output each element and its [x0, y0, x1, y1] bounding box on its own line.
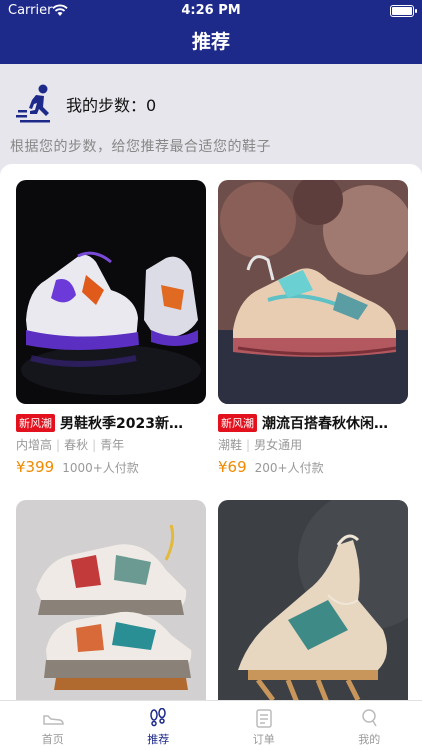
product-image[interactable] [16, 500, 206, 704]
product-image[interactable] [218, 500, 408, 704]
product-title[interactable]: 潮流百搭春秋休闲… [262, 413, 388, 433]
product-tag: 潮鞋 [218, 438, 243, 452]
product-card[interactable] [218, 500, 408, 704]
product-tag: 春秋 [64, 438, 89, 452]
product-tag: 青年 [100, 438, 125, 452]
price-row: ¥399 1000+人付款 [16, 458, 206, 476]
product-card[interactable]: 新风潮 潮流百搭春秋休闲… 潮鞋 | 男女通用 ¥69 200+人付款 [218, 180, 408, 476]
product-card[interactable]: 新风潮 男鞋秋季2023新… 内增高 | 春秋 | 青年 ¥399 1000+人付款 [16, 180, 206, 476]
tag-separator: | [56, 438, 61, 452]
nav-bar: 推荐 [0, 22, 422, 64]
running-man-icon [16, 84, 50, 123]
clipboard-icon [256, 709, 272, 728]
product-price: ¥399 [16, 458, 55, 476]
tag-separator: | [92, 438, 97, 452]
tab-label: 订单 [252, 733, 275, 746]
product-title-row: 新风潮 潮流百搭春秋休闲… [218, 413, 408, 433]
tab-profile[interactable]: 我的 [317, 701, 422, 750]
product-title[interactable]: 男鞋秋季2023新… [60, 413, 183, 433]
product-image[interactable] [218, 180, 408, 404]
tab-label: 我的 [358, 733, 381, 746]
product-card[interactable] [16, 500, 206, 704]
price-row: ¥69 200+人付款 [218, 458, 408, 476]
product-tag: 内增高 [16, 438, 53, 452]
product-grid[interactable]: 新风潮 男鞋秋季2023新… 内增高 | 春秋 | 青年 ¥399 1000+人付款 [0, 164, 422, 704]
step-counter: 我的步数：0 [16, 82, 156, 126]
tab-label: 首页 [41, 733, 64, 746]
recommend-subtitle: 根据您的步数，给您推荐最合适您的鞋子 [10, 139, 271, 155]
product-image[interactable] [16, 180, 206, 404]
product-tags: 内增高 | 春秋 | 青年 [16, 436, 206, 453]
tag-separator: | [246, 438, 251, 452]
status-bar: Carrier 4:26 PM [0, 0, 422, 22]
tab-home[interactable]: 首页 [0, 701, 106, 750]
product-tag: 男女通用 [254, 438, 303, 452]
product-title-row: 新风潮 男鞋秋季2023新… [16, 413, 206, 433]
sales-count: 200+人付款 [254, 461, 324, 475]
shoe-icon [43, 715, 64, 725]
person-icon [362, 709, 377, 727]
new-trend-badge: 新风潮 [218, 414, 257, 432]
tab-bar: 首页 推荐 订单 我的 [0, 700, 422, 750]
tab-recommend[interactable]: 推荐 [106, 701, 212, 750]
page-title: 推荐 [191, 31, 230, 53]
step-count-label: 我的步数：0 [66, 96, 157, 115]
tab-orders[interactable]: 订单 [211, 701, 317, 750]
footprints-icon [150, 708, 166, 727]
product-tags: 潮鞋 | 男女通用 [218, 436, 408, 453]
new-trend-badge: 新风潮 [16, 414, 55, 432]
status-time: 4:26 PM [181, 3, 241, 18]
sales-count: 1000+人付款 [62, 461, 139, 475]
tab-label: 推荐 [147, 733, 170, 746]
battery-icon [390, 5, 417, 17]
product-price: ¥69 [218, 458, 247, 476]
